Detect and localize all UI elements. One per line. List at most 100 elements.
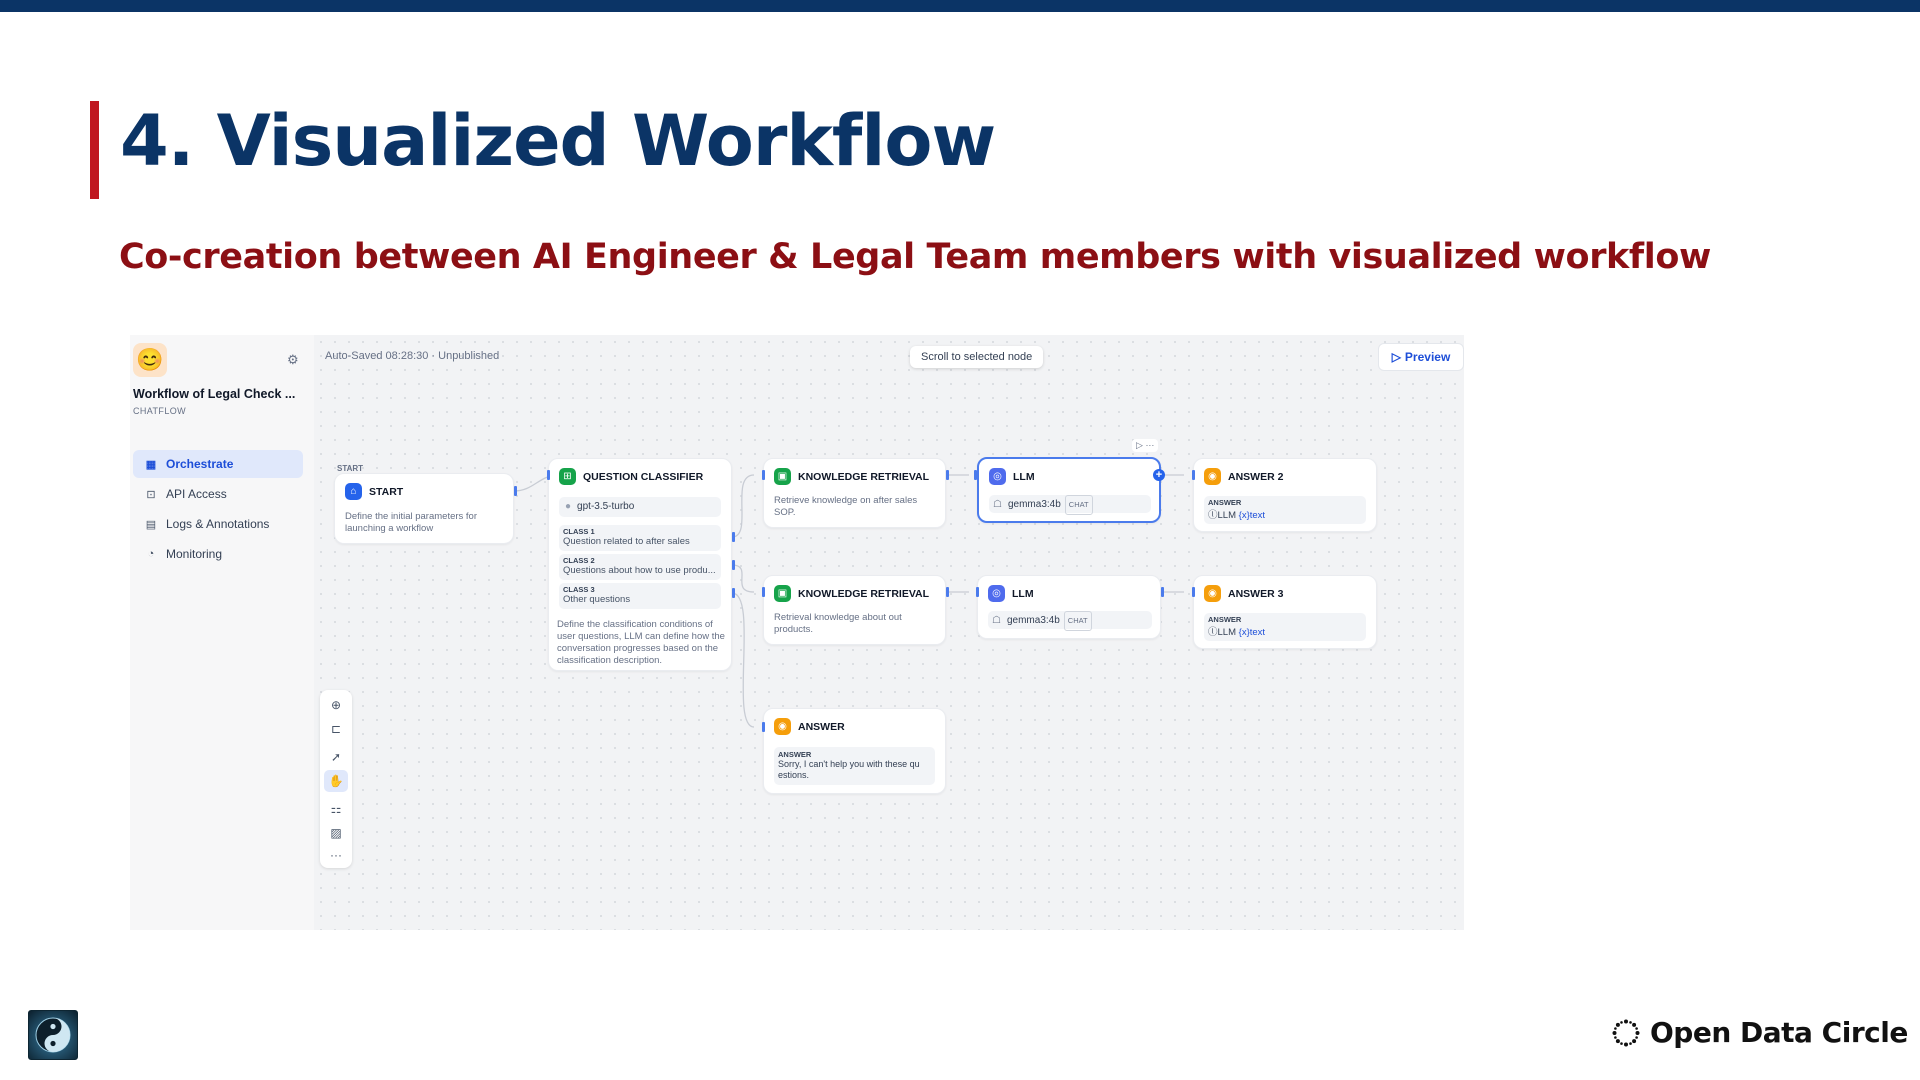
class-text: Other questions [563,594,631,605]
workflow-screenshot: 😊 ⚙ Workflow of Legal Check ... CHATFLOW… [130,335,1464,930]
document-icon: ▤ [145,518,157,531]
node-header: ◎ LLM [988,585,1034,602]
start-tag: START [337,464,364,473]
model-name: gpt-3.5-turbo [577,501,635,512]
answer-node[interactable]: ◉ ANSWER ANSWER Sorry, I can't help you … [763,708,946,794]
node-toolbar[interactable]: ▷ ··· [1132,439,1159,452]
model-name: gemma3:4b [1006,615,1060,626]
knowledge-retrieval-node-2[interactable]: ▣ KNOWLEDGE RETRIEVAL Retrieval knowledg… [763,575,946,645]
more-icon[interactable]: ··· [324,844,348,866]
edge-class3-answer [731,592,755,728]
node-title: LLM [1012,587,1034,600]
model-selector[interactable]: ☖ gemma3:4b CHAT [989,495,1151,515]
gauge-icon: ◔ [147,548,155,560]
pointer-icon[interactable]: ➚ [324,746,348,768]
answer-content: ANSWER Sorry, I can't help you with thes… [774,747,935,785]
face-emoji-icon[interactable]: 😊 [133,343,167,377]
node-title: KNOWLEDGE RETRIEVAL [798,587,930,600]
answer-label: ANSWER [1208,498,1242,507]
llm2-output-port[interactable] [1161,587,1164,597]
variable-icon: {x} [1238,627,1250,638]
llm-node-2[interactable]: ◎ LLM ☖ gemma3:4b CHAT [977,575,1161,639]
edge-class2-kr2 [731,564,755,593]
sidebar-item-label: Orchestrate [166,457,234,471]
model-selector[interactable]: ● gpt-3.5-turbo [559,497,721,517]
answer-2-node[interactable]: ◉ ANSWER 2 ANSWER ⓛLLM {x}text [1193,458,1377,532]
answer-input-port[interactable] [762,722,765,732]
sidebar-item-logs[interactable]: ▤ Logs & Annotations [133,510,303,538]
run-icon[interactable]: ▷ [1136,440,1143,450]
answer-content: ANSWER ⓛLLM {x}text [1204,613,1366,641]
minimap-icon[interactable]: ▨ [324,822,348,844]
node-description: Define the classification conditions of … [557,619,725,666]
node-title: START [369,485,404,498]
node-header: ⊞ QUESTION CLASSIFIER [559,468,703,485]
model-name: gemma3:4b [1007,499,1061,510]
node-header: ◉ ANSWER 2 [1204,468,1283,485]
answer-3-node[interactable]: ◉ ANSWER 3 ANSWER ⓛLLM {x}text [1193,575,1377,649]
class-item[interactable]: CLASS 2 Questions about how to use produ… [559,554,721,580]
node-header: ▣ KNOWLEDGE RETRIEVAL [774,468,929,485]
terminal-icon: ⊡ [146,488,156,501]
node-title: QUESTION CLASSIFIER [583,470,704,483]
workflow-canvas[interactable]: Auto-Saved 08:28:30 · Unpublished Scroll… [314,335,1464,930]
llm-icon: ◎ [989,468,1006,485]
node-title: KNOWLEDGE RETRIEVAL [798,470,930,483]
class-item[interactable]: CLASS 1 Question related to after sales [559,525,721,551]
kr2-output-port[interactable] [946,587,949,597]
answer3-input-port[interactable] [1192,587,1195,597]
llm-node-1[interactable]: ◎ LLM ☖ gemma3:4b CHAT [977,457,1161,523]
node-header: ◎ LLM [989,468,1035,485]
kr1-input-port[interactable] [762,470,765,480]
node-title: LLM [1013,470,1035,483]
sidebar-item-label: Monitoring [166,547,223,561]
start-node[interactable]: ⌂ START Define the initial parameters fo… [334,473,514,544]
chat-tag: CHAT [1063,611,1092,631]
more-icon[interactable]: ··· [1145,440,1154,450]
class-label: CLASS 3 [563,585,595,594]
workflow-type: CHATFLOW [133,406,187,416]
llm2-input-port[interactable] [976,587,979,597]
node-header: ◉ ANSWER 3 [1204,585,1283,602]
answer-content: ANSWER ⓛLLM {x}text [1204,496,1366,524]
class3-output-port[interactable] [732,588,735,598]
model-icon: ☖ [992,615,1001,626]
sidebar-item-api-access[interactable]: ⊡ API Access [133,480,303,508]
node-description: Define the initial parameters for launch… [345,511,478,534]
node-title: ANSWER [798,720,845,733]
yin-yang-logo [28,1010,78,1060]
class1-output-port[interactable] [732,532,735,542]
node-title: ANSWER 3 [1228,587,1284,600]
answer2-input-port[interactable] [1192,470,1195,480]
knowledge-retrieval-node-1[interactable]: ▣ KNOWLEDGE RETRIEVAL Retrieve knowledge… [763,458,946,528]
kr2-input-port[interactable] [762,587,765,597]
hand-icon[interactable]: ✋ [324,770,348,792]
question-classifier-node[interactable]: ⊞ QUESTION CLASSIFIER ● gpt-3.5-turbo CLA… [548,458,732,671]
answer-icon: ◉ [1204,468,1221,485]
add-node-icon[interactable]: ⊕ [324,694,348,716]
class-text: Questions about how to use produ... [563,565,716,576]
classifier-input-port[interactable] [547,470,550,480]
title-accent-bar [90,101,99,199]
classifier-icon: ⊞ [559,468,576,485]
sidebar-item-monitoring[interactable]: ◔ Monitoring [133,540,303,568]
add-next-node-icon[interactable]: + [1153,469,1165,481]
book-icon: ▣ [774,585,791,602]
node-description: Retrieve knowledge on after sales SOP. [774,495,918,518]
class2-output-port[interactable] [732,560,735,570]
sidebar-item-orchestrate[interactable]: ▦ Orchestrate [133,450,303,478]
app-sidebar: 😊 ⚙ Workflow of Legal Check ... CHATFLOW… [130,335,314,930]
circle-dots-icon [1612,1019,1640,1046]
brand-name: Open Data Circle [1650,1016,1908,1049]
answer-label: ANSWER [1208,615,1242,624]
organize-icon[interactable]: ⚏ [324,798,348,820]
llm1-input-port[interactable] [974,470,977,480]
class-text: Question related to after sales [563,536,690,547]
chat-tag: CHAT [1064,495,1093,515]
add-note-icon[interactable]: ⊏ [324,718,348,740]
model-selector[interactable]: ☖ gemma3:4b CHAT [988,611,1152,631]
kr1-output-port[interactable] [946,470,949,480]
sidebar-toggle-icon[interactable]: ⚙ [287,352,299,368]
class-item[interactable]: CLASS 3 Other questions [559,583,721,609]
start-output-port[interactable] [514,486,517,496]
